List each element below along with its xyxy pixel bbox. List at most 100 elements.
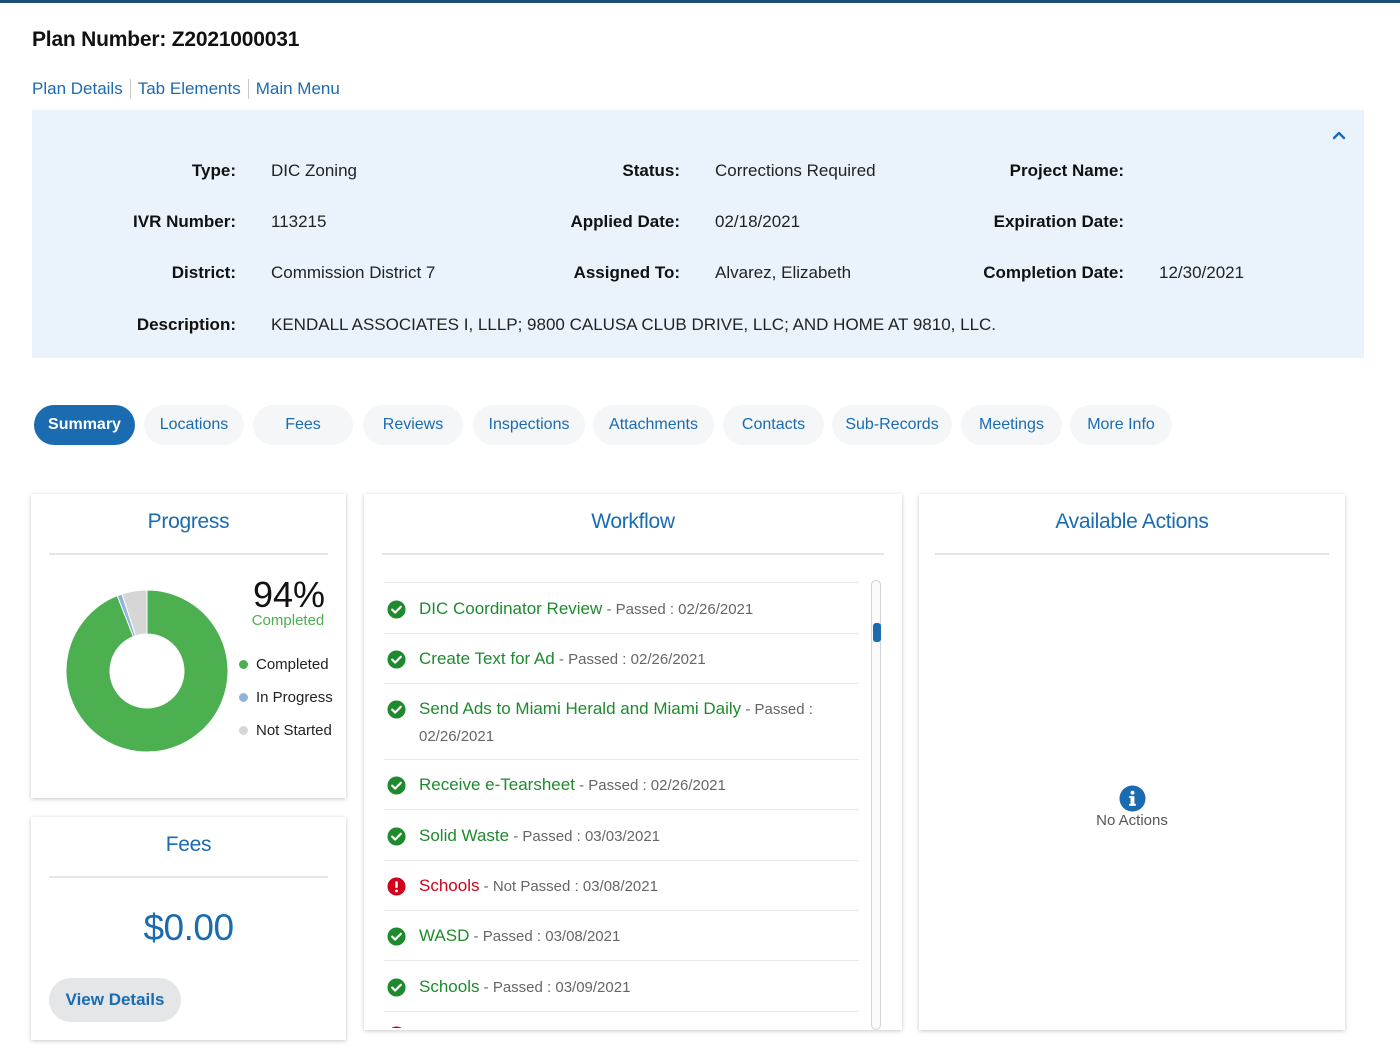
workflow-task-status: - Passed : 02/26/2021 — [554, 651, 706, 668]
workflow-task-status: - Passed : 02/26/2021 — [602, 601, 754, 618]
workflow-task-link[interactable]: DIC Coordinator Review — [419, 599, 602, 618]
breadcrumb-tab-elements[interactable]: Tab Elements — [138, 79, 241, 99]
breadcrumb-separator — [247, 79, 249, 99]
breadcrumb-main-menu[interactable]: Main Menu — [256, 79, 340, 99]
legend-dot — [239, 726, 248, 735]
legend-in-progress: In Progress — [239, 689, 333, 706]
legend-not-started: Not Started — [239, 722, 332, 739]
workflow-task-link[interactable]: WASD — [419, 926, 469, 945]
assigned-to-value: Alvarez, Elizabeth — [715, 263, 852, 282]
workflow-task-status: - Not Passed : 03/08/2021 — [479, 878, 658, 895]
assigned-to-label: Assigned To: — [573, 263, 680, 282]
legend-dot — [239, 660, 248, 669]
card-divider — [49, 553, 328, 555]
completion-date-value: 12/30/2021 — [1159, 263, 1245, 282]
plan-details-panel: Type: DIC Zoning Status: Corrections Req… — [32, 110, 1364, 358]
legend-label: In Progress — [256, 689, 333, 706]
workflow-item: WASD - Passed : 03/08/2021 — [384, 910, 859, 960]
workflow-task-status: - Passed : 03/08/2021 — [469, 928, 621, 945]
status-value: Corrections Required — [715, 161, 876, 180]
ivr-number-value: 113215 — [271, 212, 327, 231]
ivr-number-label: IVR Number: — [133, 212, 236, 231]
scrollbar-thumb[interactable] — [873, 623, 881, 642]
workflow-task-link[interactable]: Solid Waste — [419, 826, 509, 845]
tab-attachments[interactable]: Attachments — [593, 405, 714, 445]
applied-date-label: Applied Date: — [570, 212, 680, 231]
fees-card: Fees $0.00 View Details — [31, 817, 346, 1040]
breadcrumb-separator — [129, 79, 131, 99]
progress-donut-chart — [65, 589, 229, 753]
workflow-item: DIC Coordinator Review - Passed : 02/26/… — [384, 582, 859, 633]
workflow-item: Create Text for Ad - Passed : 02/26/2021 — [384, 633, 859, 683]
available-actions-card: Available Actions No Actions — [919, 494, 1345, 1030]
tab-locations[interactable]: Locations — [144, 405, 244, 445]
workflow-task-link[interactable]: Send Ads to Miami Herald and Miami Daily — [419, 699, 741, 718]
tab-meetings[interactable]: Meetings — [961, 405, 1062, 445]
page-title: Plan Number: Z2021000031 — [32, 28, 300, 51]
progress-card: Progress 94% Completed Completed In Prog… — [31, 494, 346, 798]
description-label: Description: — [136, 315, 236, 334]
tab-more-info[interactable]: More Info — [1070, 405, 1172, 445]
workflow-item: Schools - Not Passed : 03/08/2021 — [384, 860, 859, 910]
status-label: Status: — [622, 161, 680, 180]
description-value: KENDALL ASSOCIATES I, LLLP; 9800 CALUSA … — [271, 315, 997, 334]
workflow-item: Receive e-Tearsheet - Passed : 02/26/202… — [384, 759, 859, 809]
view-details-button[interactable]: View Details — [49, 978, 181, 1022]
type-label: Type: — [191, 161, 236, 180]
check-circle-icon — [387, 650, 406, 669]
top-accent-bar — [0, 0, 1400, 3]
district-value: Commission District 7 — [271, 263, 436, 282]
legend-label: Not Started — [256, 722, 332, 739]
tab-contacts[interactable]: Contacts — [723, 405, 824, 445]
check-circle-icon — [387, 978, 406, 997]
card-divider — [49, 876, 328, 878]
tab-reviews[interactable]: Reviews — [363, 405, 463, 445]
breadcrumb: Plan Details Tab Elements Main Menu — [32, 79, 340, 99]
workflow-task-link[interactable]: Create Text for Ad — [419, 649, 555, 668]
fees-title: Fees — [165, 833, 212, 856]
applied-date-value: 02/18/2021 — [715, 212, 801, 231]
no-actions-text: No Actions — [1096, 812, 1168, 829]
check-circle-icon — [387, 776, 406, 795]
completion-date-label: Completion Date: — [983, 263, 1124, 282]
check-circle-icon — [387, 927, 406, 946]
workflow-task-link[interactable]: Schools — [419, 876, 479, 895]
tab-sub-records[interactable]: Sub-Records — [832, 405, 952, 445]
alert-circle-icon — [391, 1026, 402, 1028]
workflow-task-link[interactable]: Receive e-Tearsheet — [419, 775, 575, 794]
card-divider — [935, 553, 1329, 555]
workflow-task-status: - Passed : 03/09/2021 — [479, 979, 631, 996]
progress-percent-caption: Completed — [251, 612, 325, 629]
workflow-list: DIC Coordinator Review - Passed : 02/26/… — [384, 582, 859, 1028]
fees-amount: $0.00 — [143, 907, 234, 948]
workflow-item: Schools - Passed : 03/09/2021 — [384, 960, 859, 1011]
legend-label: Completed — [256, 656, 329, 673]
project-name-label: Project Name: — [1009, 161, 1124, 180]
expiration-date-label: Expiration Date: — [993, 212, 1124, 231]
progress-title: Progress — [147, 510, 230, 533]
workflow-card: Workflow DIC Coordinator Review - Passed… — [364, 494, 902, 1030]
check-circle-icon — [387, 700, 406, 719]
workflow-task-status: - Passed : 03/03/2021 — [509, 828, 661, 845]
legend-dot — [239, 693, 248, 702]
workflow-item: Send Ads to Miami Herald and Miami Daily… — [384, 683, 859, 759]
workflow-title: Workflow — [591, 510, 675, 533]
chevron-up-icon[interactable] — [1332, 128, 1346, 142]
alert-circle-icon — [387, 877, 406, 896]
tab-summary[interactable]: Summary — [34, 405, 135, 445]
available-actions-title: Available Actions — [1055, 510, 1209, 533]
breadcrumb-plan-details[interactable]: Plan Details — [32, 79, 123, 99]
check-circle-icon — [387, 600, 406, 619]
workflow-scrollbar[interactable] — [871, 580, 881, 1030]
tab-fees[interactable]: Fees — [253, 405, 353, 445]
check-circle-icon — [387, 827, 406, 846]
workflow-item: Solid Waste - Passed : 03/03/2021 — [384, 809, 859, 860]
workflow-item — [384, 1011, 859, 1028]
tab-inspections[interactable]: Inspections — [473, 405, 585, 445]
legend-completed: Completed — [239, 656, 329, 673]
type-value: DIC Zoning — [271, 161, 357, 180]
info-icon — [1119, 785, 1146, 812]
workflow-task-link[interactable]: Schools — [419, 977, 479, 996]
workflow-task-status: - Passed : 02/26/2021 — [574, 777, 726, 794]
card-divider — [382, 553, 884, 555]
